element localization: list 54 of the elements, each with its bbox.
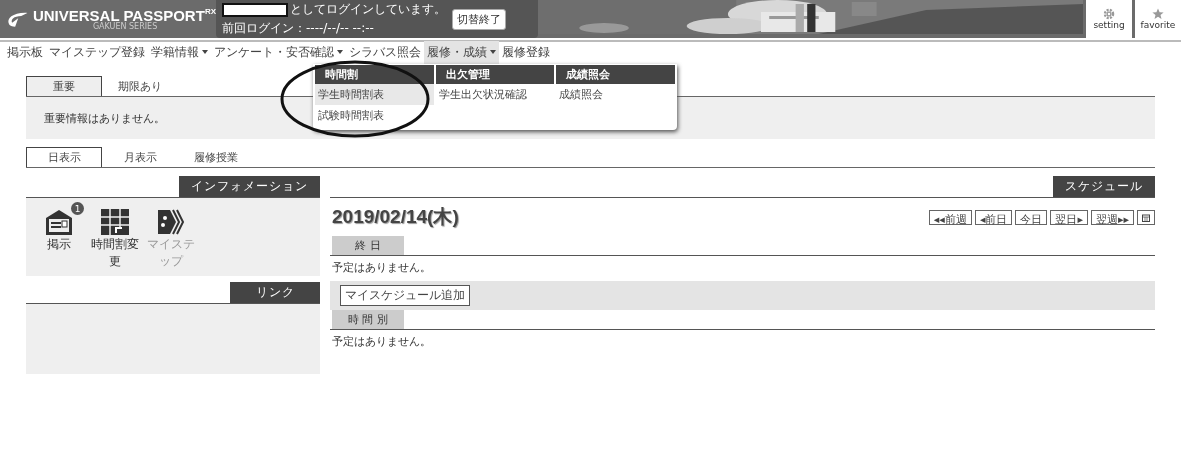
add-schedule-button[interactable]: マイスケジュール追加 <box>340 285 470 306</box>
menu-group-header: 出欠管理 <box>435 65 555 84</box>
section-title: インフォメーション <box>179 176 320 197</box>
favorite-button[interactable]: favorite <box>1135 0 1181 38</box>
date-nav-button[interactable]: 今日 <box>1015 209 1048 225</box>
notice-tab[interactable]: 重要 <box>26 76 102 96</box>
information-shortcut[interactable]: 1 掲示 <box>34 202 84 276</box>
bulletin-board-icon <box>44 208 74 236</box>
schedule-message: 予定はありません。 <box>331 260 432 276</box>
settings-icon <box>1103 8 1115 20</box>
caret-icon <box>202 50 208 54</box>
nav-menu-item[interactable]: シラバス照会 <box>346 40 424 64</box>
star-icon <box>1152 8 1164 20</box>
date-heading: 2019/02/14(木) <box>332 205 459 229</box>
notice-message: 重要情報はありません。 <box>44 110 165 126</box>
date-nav-button[interactable]: ◂前日 <box>974 209 1013 225</box>
footprint-chevron-icon <box>156 208 186 236</box>
menu-group-header: 時間割 <box>315 65 434 84</box>
login-message: としてログインしています。 <box>290 1 446 18</box>
nav-menu-item[interactable]: 履修登録 <box>499 40 553 64</box>
timetable-icon <box>100 208 130 236</box>
menu-group-header: 成績照会 <box>556 65 675 84</box>
last-login: 前回ログイン：----/--/-- --:-- <box>222 20 375 37</box>
notice-tab[interactable]: 期限あり <box>102 76 178 96</box>
count-badge: 1 <box>71 202 84 215</box>
calendar-icon <box>1142 213 1150 222</box>
date-nav-button[interactable]: 翌週▸▸ <box>1090 209 1134 225</box>
nav-menu-item[interactable]: 掲示板 <box>4 40 46 64</box>
nav-menu-item[interactable]: アンケート・安否確認 <box>211 40 346 64</box>
section-title: スケジュール <box>1053 176 1155 197</box>
caret-icon <box>337 50 343 54</box>
settings-button[interactable]: setting <box>1086 0 1132 38</box>
menu-item[interactable]: 学生時間割表 <box>315 84 434 105</box>
view-tab[interactable]: 日表示 <box>26 147 102 167</box>
nav-menu-item[interactable]: マイステップ登録 <box>46 40 148 64</box>
nav-menu-item[interactable]: 学籍情報 <box>148 40 211 64</box>
switch-end-button[interactable]: 切替終了 <box>452 8 506 30</box>
caret-icon <box>490 50 496 54</box>
section-label: 時 間 別 <box>332 310 404 329</box>
information-shortcut[interactable]: 時間割変更 <box>90 202 140 276</box>
menu-item[interactable]: 学生出欠状況確認 <box>435 84 555 105</box>
view-tab[interactable]: 履修授業 <box>178 147 254 167</box>
calendar-button[interactable] <box>1137 209 1155 225</box>
section-label: 終 日 <box>332 236 404 255</box>
menu-item[interactable]: 試験時間割表 <box>315 105 434 126</box>
schedule-message: 予定はありません。 <box>331 334 432 350</box>
redaction-box <box>222 2 288 17</box>
logo-series: GAKUEN SERIES <box>92 22 159 31</box>
date-nav-button[interactable]: ◂◂前週 <box>928 209 972 225</box>
section-title: リンク <box>230 282 320 303</box>
menu-item[interactable]: 成績照会 <box>556 84 675 105</box>
nav-menu-item[interactable]: 履修・成績 <box>424 40 499 64</box>
date-nav-button[interactable]: 翌日▸ <box>1050 209 1088 225</box>
view-tab[interactable]: 月表示 <box>102 147 178 167</box>
